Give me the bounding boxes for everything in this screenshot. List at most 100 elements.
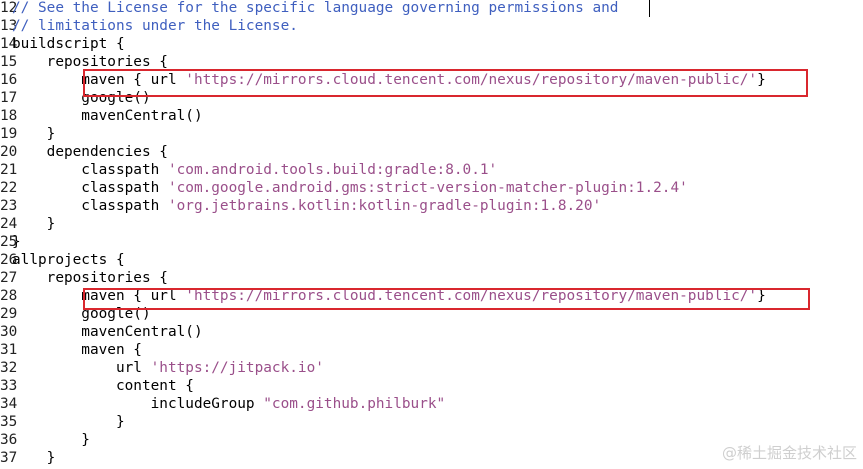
code-token: }	[12, 432, 90, 448]
string-literal: 'https://jitpack.io'	[150, 360, 324, 376]
code-token: dependencies {	[12, 144, 168, 160]
string-literal: "com.github.philburk"	[263, 396, 446, 412]
code-line[interactable]: 32 url 'https://jitpack.io'	[0, 359, 324, 377]
code-token: mavenCentral()	[12, 108, 203, 124]
code-line[interactable]: 22 classpath 'com.google.android.gms:str…	[0, 179, 688, 197]
string-literal: 'org.jetbrains.kotlin:kotlin-gradle-plug…	[167, 198, 602, 214]
code-token: maven {	[12, 342, 142, 358]
line-number: 20	[0, 144, 18, 160]
line-number: 12	[0, 0, 18, 16]
comment-text: // limitations under the License.	[12, 18, 298, 34]
code-token: repositories {	[12, 270, 168, 286]
line-number: 27	[0, 270, 18, 286]
code-text: classpath 'com.google.android.gms:strict…	[12, 180, 688, 196]
code-line[interactable]: 18 mavenCentral()	[0, 107, 203, 125]
line-number: 23	[0, 198, 18, 214]
line-number: 19	[0, 126, 18, 142]
code-token: repositories {	[12, 54, 168, 70]
code-text: // See the License for the specific lang…	[12, 0, 618, 16]
code-line[interactable]: 24 }	[0, 215, 55, 233]
code-line[interactable]: 20 dependencies {	[0, 143, 168, 161]
line-number: 17	[0, 90, 18, 106]
line-number: 26	[0, 252, 18, 268]
code-text: maven {	[12, 342, 142, 358]
line-number: 14	[0, 36, 18, 52]
code-line[interactable]: 12// See the License for the specific la…	[0, 0, 618, 17]
code-line[interactable]: 25}	[0, 233, 21, 251]
code-text: }	[12, 234, 21, 250]
code-line[interactable]: 33 content {	[0, 377, 194, 395]
code-token: includeGroup	[12, 396, 264, 412]
code-token: buildscript {	[12, 36, 125, 52]
code-text: }	[12, 450, 56, 466]
code-text: content {	[12, 378, 194, 394]
code-line[interactable]: 26allprojects {	[0, 251, 125, 269]
code-line[interactable]: 31 maven {	[0, 341, 142, 359]
code-line[interactable]: 23 classpath 'org.jetbrains.kotlin:kotli…	[0, 197, 601, 215]
code-text: classpath 'org.jetbrains.kotlin:kotlin-g…	[12, 198, 601, 214]
comment-text: // See the License for the specific lang…	[12, 0, 619, 16]
code-text: mavenCentral()	[12, 324, 203, 340]
code-line[interactable]: 34 includeGroup "com.github.philburk"	[0, 395, 445, 413]
code-line[interactable]: 36 }	[0, 431, 90, 449]
line-number: 32	[0, 360, 18, 376]
code-text: url 'https://jitpack.io'	[12, 360, 324, 376]
code-text: classpath 'com.android.tools.build:gradl…	[12, 162, 497, 178]
line-number: 18	[0, 108, 18, 124]
line-number: 30	[0, 324, 18, 340]
line-number: 35	[0, 414, 18, 430]
code-token: classpath	[12, 198, 168, 214]
code-text: }	[12, 414, 125, 430]
highlight-box-buildscript-maven	[83, 69, 808, 97]
code-token: }	[12, 450, 56, 466]
code-text: }	[12, 126, 56, 142]
code-token: }	[12, 414, 125, 430]
code-token: }	[12, 234, 21, 250]
code-text: mavenCentral()	[12, 108, 203, 124]
code-token: classpath	[12, 162, 168, 178]
code-text: allprojects {	[12, 252, 125, 268]
code-line[interactable]: 13// limitations under the License.	[0, 17, 298, 35]
line-number: 16	[0, 72, 18, 88]
line-number: 13	[0, 18, 18, 34]
line-number: 25	[0, 234, 18, 250]
code-text: repositories {	[12, 270, 168, 286]
string-literal: 'com.google.android.gms:strict-version-m…	[167, 180, 688, 196]
code-line[interactable]: 27 repositories {	[0, 269, 168, 287]
code-editor[interactable]: 37 } 36 } 35 } 34 includeGroup "com.github.…	[0, 0, 863, 469]
line-number: 36	[0, 432, 18, 448]
code-token: content {	[12, 378, 194, 394]
code-line[interactable]: 30 mavenCentral()	[0, 323, 203, 341]
highlight-box-allprojects-maven	[83, 288, 810, 310]
code-token: allprojects {	[12, 252, 125, 268]
code-token: }	[12, 216, 56, 232]
code-line[interactable]: 35 }	[0, 413, 125, 431]
line-number: 28	[0, 288, 18, 304]
code-line[interactable]: 21 classpath 'com.android.tools.build:gr…	[0, 161, 497, 179]
line-number: 15	[0, 54, 18, 70]
text-cursor	[649, 0, 650, 17]
code-text: repositories {	[12, 54, 168, 70]
code-line[interactable]: 37 }	[0, 449, 55, 467]
line-number: 33	[0, 378, 18, 394]
string-literal: 'com.android.tools.build:gradle:8.0.1'	[167, 162, 498, 178]
line-number: 37	[0, 450, 18, 466]
code-text: // limitations under the License.	[12, 18, 298, 34]
watermark: @稀土掘金技术社区	[721, 444, 857, 462]
code-text: }	[12, 432, 90, 448]
code-token: }	[12, 126, 56, 142]
code-line[interactable]: 19 }	[0, 125, 55, 143]
code-token: classpath	[12, 180, 168, 196]
code-token: mavenCentral()	[12, 324, 203, 340]
code-text: buildscript {	[12, 36, 125, 52]
code-line[interactable]: 14buildscript {	[0, 35, 125, 53]
code-token: url	[12, 360, 151, 376]
line-number: 21	[0, 162, 18, 178]
line-number: 29	[0, 306, 18, 322]
code-text: }	[12, 216, 56, 232]
code-text: includeGroup "com.github.philburk"	[12, 396, 446, 412]
line-number: 24	[0, 216, 18, 232]
line-number: 34	[0, 396, 18, 412]
code-text: dependencies {	[12, 144, 168, 160]
line-number: 22	[0, 180, 18, 196]
